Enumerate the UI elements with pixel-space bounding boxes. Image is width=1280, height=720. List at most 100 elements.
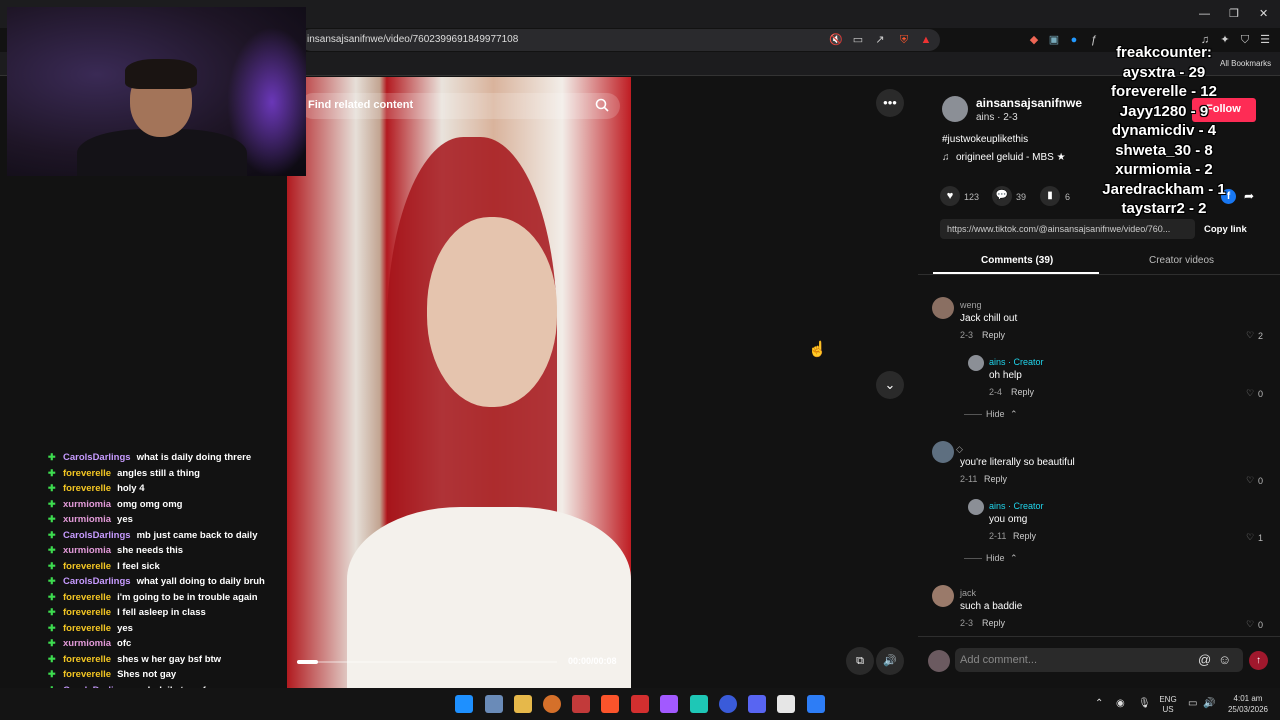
chat-username[interactable]: foreverelle (63, 607, 111, 618)
emoji-icon[interactable]: ☺ (1218, 652, 1231, 667)
comment-like-icon[interactable]: ♡ (1246, 619, 1254, 630)
tab-comments[interactable]: Comments (39) (981, 255, 1053, 266)
file-explorer-icon[interactable] (514, 695, 532, 713)
reply-avatar[interactable] (968, 355, 984, 371)
more-options-icon[interactable]: ••• (876, 89, 904, 117)
video-progress-track[interactable] (297, 661, 557, 663)
chat-username[interactable]: foreverelle (63, 623, 111, 634)
network-icon[interactable]: ▭ (1188, 698, 1197, 709)
clock-date[interactable]: 25/03/2026 (1222, 705, 1274, 715)
mute-tab-icon[interactable]: 🔇 (829, 33, 843, 47)
copy-link-button[interactable]: Copy link (1204, 224, 1247, 235)
creator-username[interactable]: ainsansajsanifnwe (976, 96, 1082, 110)
reply-avatar[interactable] (968, 499, 984, 515)
mention-icon[interactable]: @ (1198, 652, 1211, 667)
cast-icon[interactable]: ▭ (851, 33, 865, 47)
tab-creator-videos[interactable]: Creator videos (1149, 255, 1214, 266)
reply-button[interactable]: Reply (982, 618, 1005, 628)
send-comment-icon[interactable]: ↑ (1249, 651, 1268, 670)
app-icon[interactable] (572, 695, 590, 713)
next-video-icon[interactable]: ⌄ (876, 371, 904, 399)
brave-icon[interactable] (601, 695, 619, 713)
chat-username[interactable]: CarolsDarlings (63, 452, 131, 463)
brave-shield-icon[interactable]: ⛨ (897, 33, 911, 47)
chat-username[interactable]: xurmiomia (63, 514, 111, 525)
start-icon[interactable] (455, 695, 473, 713)
comment-username[interactable]: jack (960, 588, 976, 598)
app-icon[interactable] (777, 695, 795, 713)
video-hashtag[interactable]: #justwokeuplikethis (942, 134, 1028, 145)
reply-button[interactable]: Reply (982, 330, 1005, 340)
app-icon[interactable] (807, 695, 825, 713)
comment-username[interactable]: ◇ (956, 444, 963, 455)
comment-icon[interactable]: 💬 (992, 186, 1012, 206)
chat-username[interactable]: CarolsDarlings (63, 530, 131, 541)
speaker-icon[interactable]: 🔊 (1203, 698, 1215, 709)
chat-username[interactable]: foreverelle (63, 592, 111, 603)
comment-avatar[interactable] (932, 585, 954, 607)
sound-name[interactable]: origineel geluid - MBS ★ (956, 152, 1066, 163)
reply-username[interactable]: ains · Creator (989, 501, 1044, 511)
reply-button[interactable]: Reply (1011, 387, 1034, 397)
chat-username[interactable]: foreverelle (63, 669, 111, 680)
minimize-icon[interactable]: — (1199, 8, 1210, 20)
task-view-icon[interactable] (485, 695, 503, 713)
wallet-icon[interactable]: ⛉ (1238, 33, 1252, 47)
comment-like-icon[interactable]: ♡ (1246, 475, 1254, 486)
region-indicator[interactable]: US (1156, 705, 1180, 715)
comment-avatar[interactable] (932, 441, 954, 463)
video-player[interactable] (287, 77, 631, 688)
comment-like-icon[interactable]: ♡ (1246, 388, 1254, 399)
video-progress-fill[interactable] (297, 660, 318, 664)
rewards-icon[interactable]: ▲ (919, 33, 933, 47)
comment-avatar[interactable] (932, 297, 954, 319)
my-avatar[interactable] (928, 650, 950, 672)
search-icon[interactable] (594, 97, 610, 113)
restore-icon[interactable]: ❐ (1229, 7, 1239, 20)
language-indicator[interactable]: ENG (1156, 695, 1180, 705)
chat-username[interactable]: xurmiomia (63, 638, 111, 649)
url-text[interactable]: insansajsanifnwe/video/76023996918499771… (307, 34, 518, 45)
tray-chevron-icon[interactable]: ⌃ (1095, 698, 1103, 709)
extension-icon[interactable]: ◆ (1027, 33, 1041, 47)
hide-replies-button[interactable]: Hide (986, 409, 1005, 419)
comment-like-icon[interactable]: ♡ (1246, 532, 1254, 543)
reply-username[interactable]: ains · Creator (989, 357, 1044, 367)
discord-icon[interactable] (748, 695, 766, 713)
chat-username[interactable]: xurmiomia (63, 545, 111, 556)
app-icon[interactable] (690, 695, 708, 713)
volume-icon[interactable]: 🔊 (876, 647, 904, 675)
obs-icon[interactable] (719, 695, 737, 713)
share-icon[interactable]: ↗ (873, 33, 887, 47)
chat-username[interactable]: foreverelle (63, 483, 111, 494)
chat-username[interactable]: xurmiomia (63, 499, 111, 510)
pip-icon[interactable]: ⧉ (846, 647, 874, 675)
app-icon[interactable] (631, 695, 649, 713)
creator-avatar[interactable] (942, 96, 968, 122)
microphone-icon[interactable]: 🎙 (1138, 698, 1151, 709)
hide-replies-button[interactable]: Hide (986, 553, 1005, 563)
chevron-up-icon[interactable]: ⌃ (1010, 409, 1018, 420)
vpn-icon[interactable]: ● (1067, 33, 1081, 47)
firefox-icon[interactable] (543, 695, 561, 713)
chat-username[interactable]: CarolsDarlings (63, 576, 131, 587)
reply-button[interactable]: Reply (1013, 531, 1036, 541)
share-arrow-icon[interactable]: ➦ (1244, 189, 1254, 203)
comment-like-icon[interactable]: ♡ (1246, 330, 1254, 341)
clock-time[interactable]: 4:01 am (1222, 694, 1274, 704)
hide-divider (964, 558, 982, 559)
chat-text: angles still a thing (117, 467, 200, 479)
chat-username[interactable]: foreverelle (63, 468, 111, 479)
menu-icon[interactable]: ☰ (1258, 33, 1272, 47)
like-icon[interactable]: ♥ (940, 186, 960, 206)
reply-button[interactable]: Reply (984, 474, 1007, 484)
bookmark-icon[interactable]: ▮ (1040, 186, 1060, 206)
chat-username[interactable]: foreverelle (63, 561, 111, 572)
close-window-icon[interactable]: ✕ (1259, 7, 1268, 20)
translate-icon[interactable]: ▣ (1047, 33, 1061, 47)
chat-username[interactable]: foreverelle (63, 654, 111, 665)
tray-app-icon[interactable]: ◉ (1116, 698, 1125, 709)
comment-username[interactable]: weng (960, 300, 982, 310)
figma-icon[interactable] (660, 695, 678, 713)
chevron-up-icon[interactable]: ⌃ (1010, 553, 1018, 564)
